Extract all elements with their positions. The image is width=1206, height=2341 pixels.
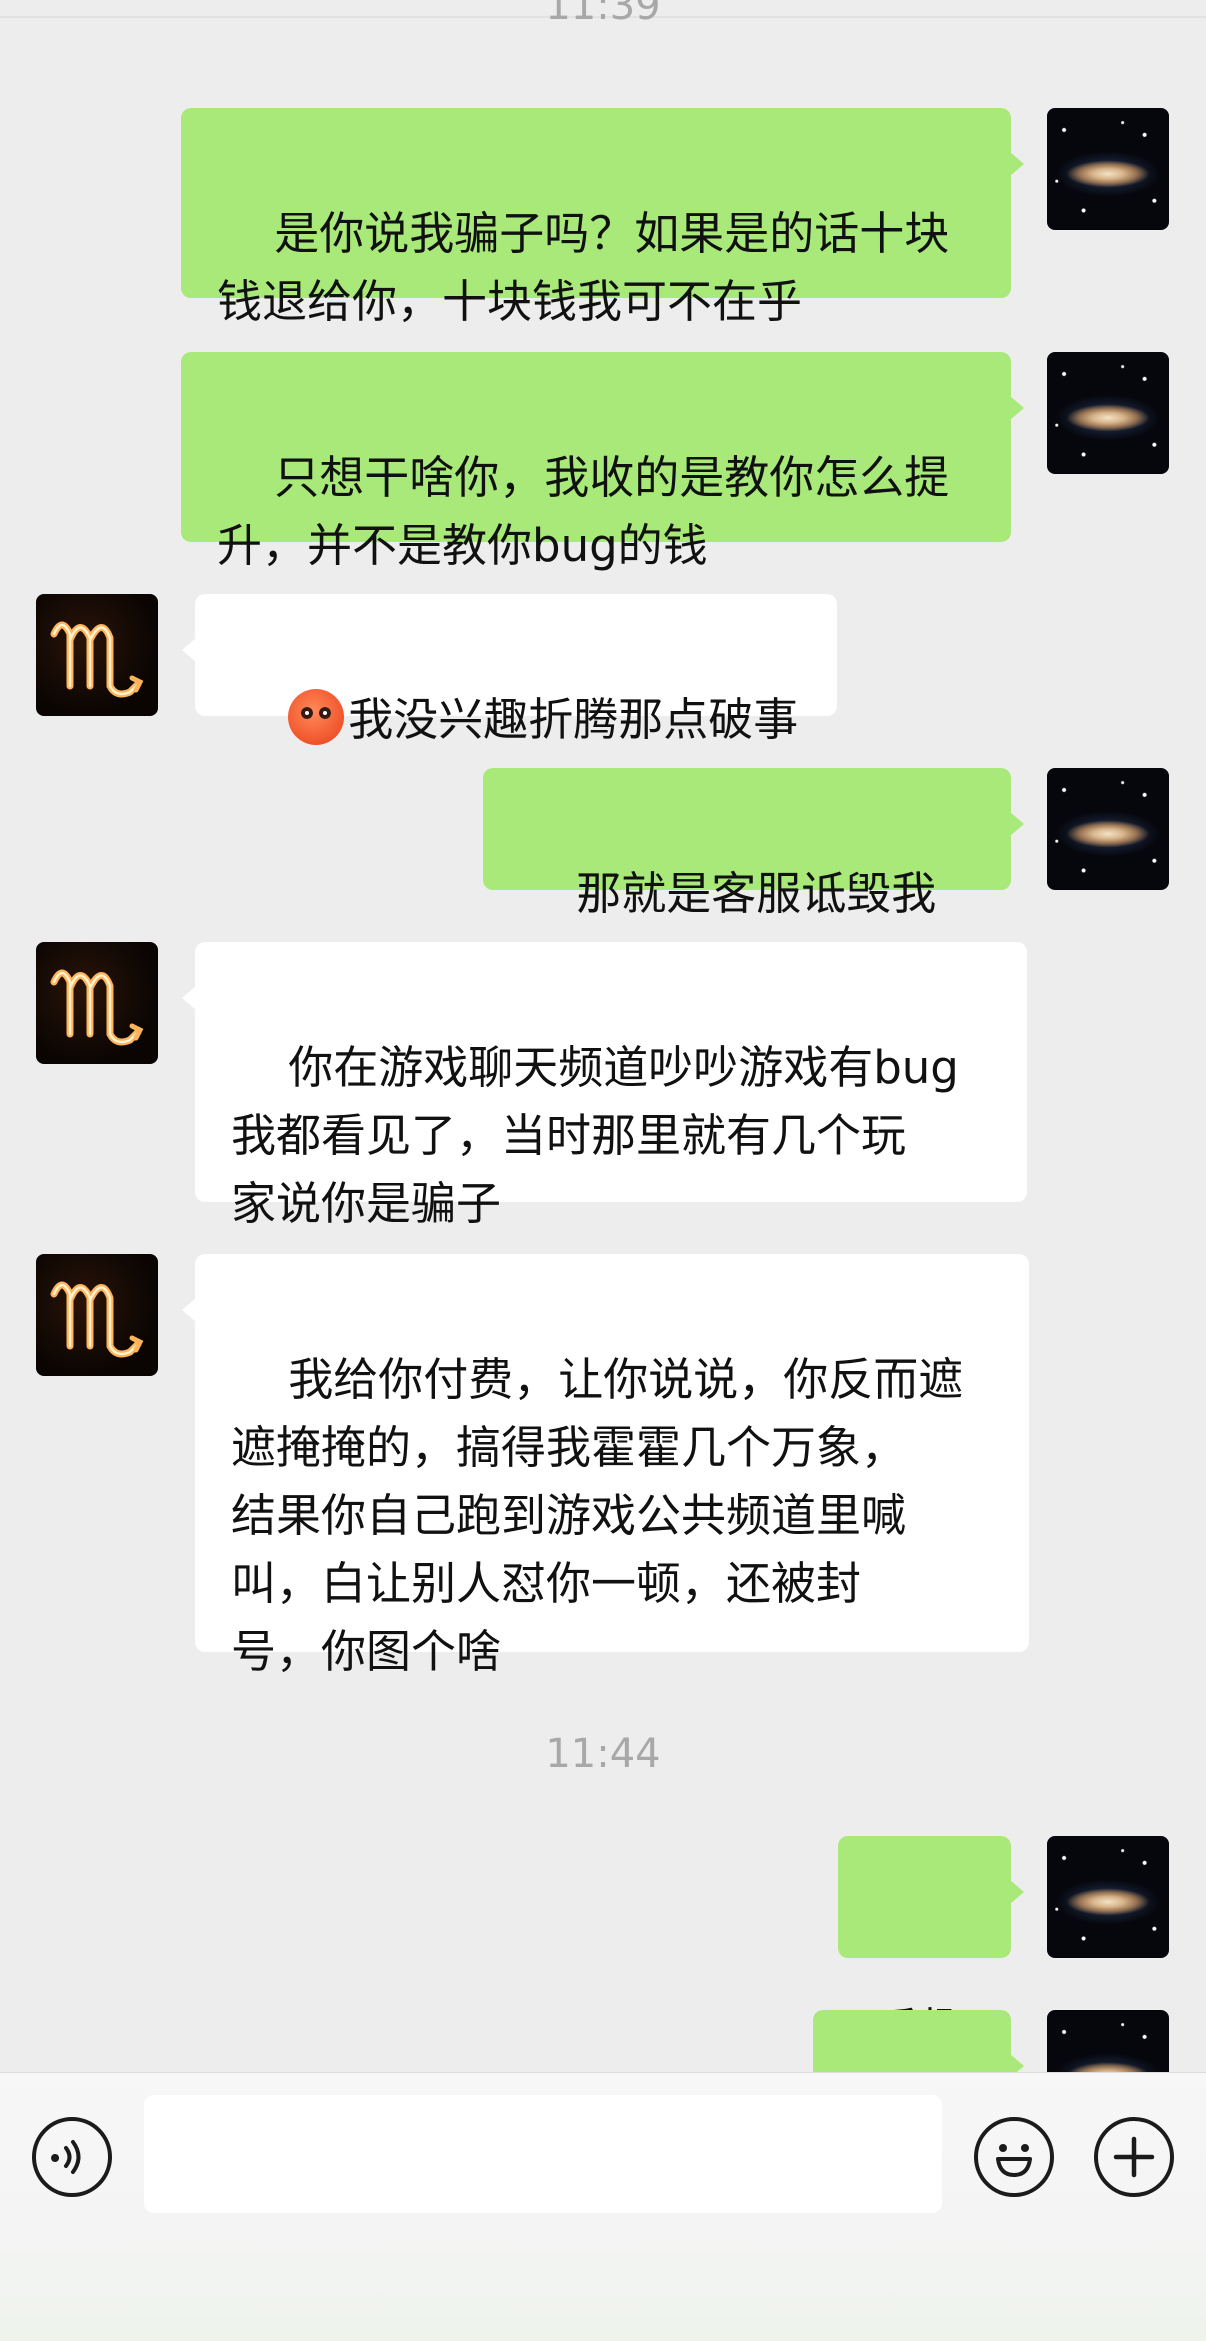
anxious-face-emoji xyxy=(288,689,345,745)
message-text: 我给你付费，让你说说，你反而遮 遮掩掩的，搞得我霍霍几个万象， 结果你自己跑到游… xyxy=(231,1353,964,1678)
message-text: 我没兴趣折腾那点破事 xyxy=(348,693,799,746)
message-text: 只想干啥你，我收的是教你怎么提 升，并不是教你bug的钱 xyxy=(217,451,950,572)
voice-icon xyxy=(51,2140,81,2174)
message-bubble[interactable]: 只想干啥你，我收的是教你怎么提 升，并不是教你bug的钱 xyxy=(181,352,1024,572)
message-bubble[interactable]: 乐趣 xyxy=(838,1836,1024,2056)
my-avatar[interactable] xyxy=(1047,1836,1169,1958)
emoji-button[interactable] xyxy=(974,2117,1054,2197)
contact-avatar[interactable] xyxy=(36,1254,158,1376)
message-text: 是你说我骗子吗？如果是的话十块 钱退给你，十块钱我可不在乎 xyxy=(217,207,950,328)
my-avatar[interactable] xyxy=(1047,768,1169,890)
message-bubble[interactable]: 那就是客服诋毁我了 xyxy=(483,768,1024,988)
message-bubble[interactable]: 是你说我骗子吗？如果是的话十块 钱退给你，十块钱我可不在乎 xyxy=(181,108,1024,328)
plus-icon xyxy=(1113,2136,1155,2178)
contact-avatar[interactable] xyxy=(36,942,158,1064)
scorpio-glyph-icon xyxy=(50,1281,144,1358)
my-avatar[interactable] xyxy=(1047,2010,1169,2072)
message-bubble[interactable]: 你在游戏聊天频道吵吵游戏有bug 我都看见了，当时那里就有几个玩 家说你是骗子 xyxy=(182,942,1027,1230)
message-text: 你在游戏聊天频道吵吵游戏有bug 我都看见了，当时那里就有几个玩 家说你是骗子 xyxy=(231,1041,959,1230)
message-bubble[interactable]: 我给你付费，让你说说，你反而遮 遮掩掩的，搞得我霍霍几个万象， 结果你自己跑到游… xyxy=(182,1254,1029,1678)
voice-button[interactable] xyxy=(32,2117,112,2197)
contact-avatar[interactable] xyxy=(36,594,158,716)
timestamp: 11:44 xyxy=(545,1731,661,1777)
message-bubble[interactable]: 我没兴趣折腾那点破事 xyxy=(182,594,837,746)
timestamp: 11:39 xyxy=(545,0,661,29)
input-bar xyxy=(0,2072,1206,2341)
scorpio-glyph-icon xyxy=(50,969,144,1046)
message-bubble[interactable] xyxy=(813,2010,1024,2072)
message-input[interactable] xyxy=(144,2095,942,2213)
chat-history[interactable]: 11:39 是你说我骗子吗？如果是的话十块 钱退给你，十块钱我可不在乎 只想干啥… xyxy=(0,0,1206,2072)
my-avatar[interactable] xyxy=(1047,352,1169,474)
add-button[interactable] xyxy=(1094,2117,1174,2197)
my-avatar[interactable] xyxy=(1047,108,1169,230)
emoji-icon xyxy=(996,2144,1032,2177)
scorpio-glyph-icon xyxy=(50,621,144,698)
